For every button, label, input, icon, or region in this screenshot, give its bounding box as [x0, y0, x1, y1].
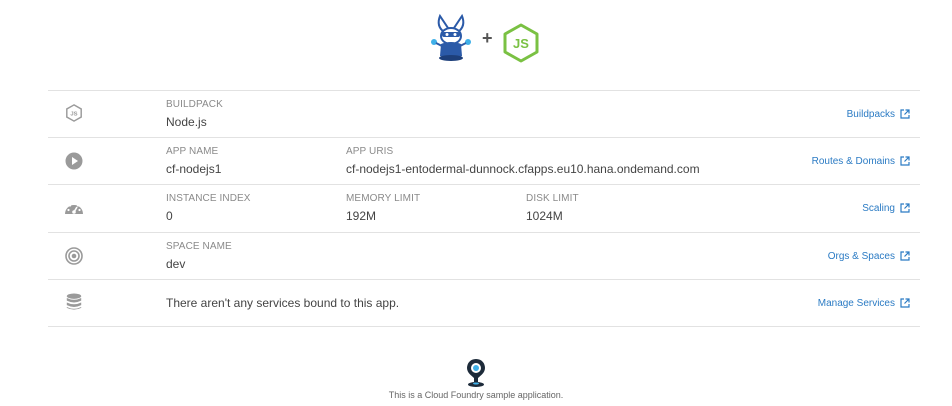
space-name-cell: SPACE NAME dev: [166, 241, 232, 272]
buildpack-cell: BUILDPACK Node.js: [166, 99, 223, 130]
app-row: APP NAME cf-nodejs1 APP URIS cf-nodejs1-…: [48, 138, 920, 185]
disk-limit-label: DISK LIMIT: [526, 193, 579, 204]
instance-index-label: INSTANCE INDEX: [166, 193, 251, 204]
scaling-link[interactable]: Scaling: [862, 203, 910, 214]
space-name-value: dev: [166, 257, 186, 271]
buildpack-value: Node.js: [166, 115, 207, 129]
external-link-icon: [900, 156, 910, 166]
space-row: SPACE NAME dev Orgs & Spaces: [48, 233, 920, 280]
disk-limit-cell: DISK LIMIT 1024M: [526, 193, 579, 224]
buildpack-row: JS BUILDPACK Node.js Buildpacks: [48, 91, 920, 138]
instance-index-value: 0: [166, 209, 173, 223]
routes-domains-link[interactable]: Routes & Domains: [812, 156, 910, 167]
disk-limit-value: 1024M: [526, 209, 563, 223]
app-uris-label: APP URIS: [346, 146, 394, 157]
buildpacks-link[interactable]: Buildpacks: [847, 109, 910, 120]
svg-text:JS: JS: [513, 36, 529, 51]
orgs-spaces-link[interactable]: Orgs & Spaces: [828, 251, 910, 262]
orgs-spaces-link-label: Orgs & Spaces: [827, 251, 895, 262]
buildpack-label: BUILDPACK: [166, 99, 223, 110]
plus-sign: +: [482, 28, 493, 48]
external-link-icon: [900, 203, 910, 213]
app-name-label: APP NAME: [166, 146, 219, 157]
footer: This is a Cloud Foundry sample applicati…: [0, 358, 952, 400]
app-info-table: JS BUILDPACK Node.js Buildpacks APP NAME…: [48, 90, 920, 327]
manage-services-link-label: Manage Services: [817, 298, 895, 309]
svg-text:JS: JS: [70, 112, 77, 118]
instance-index-cell: INSTANCE INDEX 0: [166, 193, 251, 224]
memory-limit-cell: MEMORY LIMIT 192M: [346, 193, 420, 224]
manage-services-link[interactable]: Manage Services: [818, 298, 910, 309]
routes-domains-link-label: Routes & Domains: [811, 156, 895, 167]
app-uris-cell: APP URIS cf-nodejs1-entodermal-dunnock.c…: [346, 146, 700, 177]
scaling-link-label: Scaling: [862, 203, 895, 214]
external-link-icon: [900, 251, 910, 261]
play-icon: [65, 152, 83, 170]
app-name-value: cf-nodejs1: [166, 162, 222, 176]
app-uris-value: cf-nodejs1-entodermal-dunnock.cfapps.eu1…: [346, 162, 700, 176]
location-pin-icon: [467, 359, 485, 387]
external-link-icon: [900, 109, 910, 119]
memory-limit-label: MEMORY LIMIT: [346, 193, 421, 204]
app-name-cell: APP NAME cf-nodejs1: [166, 146, 221, 177]
speedometer-icon: [65, 202, 83, 214]
buildpacks-link-label: Buildpacks: [846, 109, 895, 120]
nodejs-icon: JS: [66, 104, 82, 122]
footer-text: This is a Cloud Foundry sample applicati…: [388, 390, 564, 400]
no-services-message: There aren't any services bound to this …: [166, 296, 400, 310]
space-name-label: SPACE NAME: [166, 241, 232, 252]
nodejs-icon: JS: [503, 23, 539, 63]
services-row: There aren't any services bound to this …: [48, 280, 920, 327]
header-logos: + JS: [0, 12, 952, 64]
memory-limit-value: 192M: [346, 209, 377, 223]
instance-row: INSTANCE INDEX 0 MEMORY LIMIT 192M DISK …: [48, 185, 920, 233]
bunny-mascot-icon: [431, 13, 471, 61]
external-link-icon: [900, 298, 910, 308]
database-icon: [66, 293, 82, 310]
target-icon: [65, 247, 83, 265]
